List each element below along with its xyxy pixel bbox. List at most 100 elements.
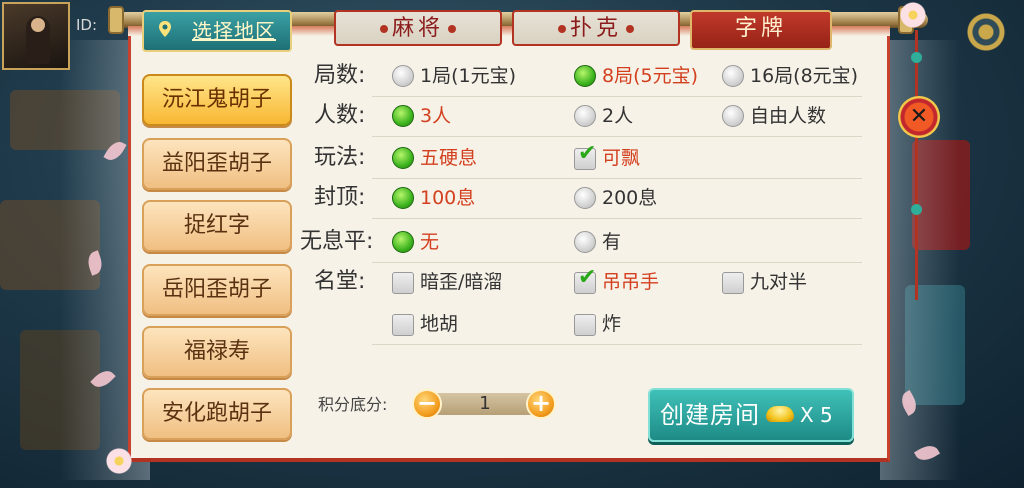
menu-item-label: 安化跑胡子 [161, 401, 272, 426]
plus-icon: + [530, 389, 552, 417]
option-label: 无 [420, 231, 440, 253]
row-label: 无息平: [300, 229, 374, 254]
option-label: 炸 [602, 313, 622, 335]
location-pin-icon [159, 21, 171, 37]
row-divider [372, 96, 862, 97]
option-row-play: 玩法: 五硬息 ✔ 可飘 [300, 140, 862, 178]
tab-dot-icon [448, 25, 456, 33]
gold-ingot-icon [766, 406, 794, 422]
row-divider [372, 262, 862, 263]
row-label: 名堂: [314, 269, 366, 294]
checkbox-icon [392, 272, 414, 294]
tab-label: 麻将 [391, 16, 444, 41]
score-stepper: 1 [430, 393, 540, 415]
flower-icon [898, 0, 928, 30]
option-label: 自由人数 [750, 105, 827, 127]
radio-icon [392, 231, 414, 253]
row-divider [372, 344, 862, 345]
player-id: ID: [76, 16, 98, 34]
gear-icon[interactable] [964, 10, 1008, 54]
tassel-bead [911, 52, 922, 63]
menu-item-label: 益阳歪胡子 [161, 151, 272, 176]
option-label: 地胡 [420, 313, 459, 335]
option-row-cap: 封顶: 100息 200息 [300, 180, 862, 218]
radio-icon [574, 105, 596, 127]
scroll-rod-cap [108, 6, 124, 34]
radio-icon [392, 65, 414, 87]
checkbox-icon [574, 314, 596, 336]
option-row-players: 人数: 3人 2人 自由人数 [300, 98, 862, 136]
menu-item-anhua[interactable]: 安化跑胡子 [142, 388, 292, 440]
game-variant-menu[interactable]: 沅江鬼胡子 益阳歪胡子 捉红字 岳阳歪胡子 福禄寿 安化跑胡子 [140, 68, 296, 462]
row-divider [372, 218, 862, 219]
option-label: 五硬息 [420, 147, 478, 169]
tab-select-region[interactable]: 选择地区 [142, 10, 292, 52]
close-icon: ✕ [909, 104, 929, 129]
row-divider [372, 178, 862, 179]
tassel-rope [915, 30, 918, 300]
plus-button[interactable]: + [526, 389, 556, 419]
menu-item-yuanjiang[interactable]: 沅江鬼胡子 [142, 74, 292, 126]
option-label: 吊吊手 [602, 271, 660, 293]
option-row-no-xi: 无息平: 无 有 [300, 224, 862, 262]
menu-item-fulushou[interactable]: 福禄寿 [142, 326, 292, 378]
radio-icon [392, 105, 414, 127]
tab-dot-icon [379, 25, 388, 33]
row-divider [372, 136, 862, 137]
checkbox-icon [722, 272, 744, 294]
radio-icon [722, 65, 744, 87]
checkbox-icon: ✔ [574, 267, 596, 294]
row-label: 玩法: [314, 145, 366, 170]
option-row-rounds: 局数: 1局(1元宝) 8局(5元宝) 16局(8元宝) [300, 58, 862, 96]
minus-icon: − [416, 389, 438, 417]
create-room-button[interactable]: 创建房间 X 5 [648, 388, 854, 442]
check-mark-icon: ✔ [578, 265, 597, 290]
check-mark-icon: ✔ [578, 141, 597, 166]
row-label: 局数: [314, 63, 366, 88]
avatar-face [31, 18, 45, 32]
option-label: 3人 [420, 105, 452, 127]
option-label: 有 [602, 231, 622, 253]
radio-icon [574, 65, 596, 87]
checkbox-icon [392, 314, 414, 336]
create-room-label: 创建房间 [660, 401, 760, 429]
option-label: 16局(8元宝) [750, 65, 859, 87]
radio-icon [392, 187, 414, 209]
tab-dot-icon [626, 25, 634, 33]
tab-label: 选择地区 [192, 19, 276, 43]
tab-poker[interactable]: 扑克 [512, 10, 680, 46]
close-button[interactable]: ✕ [898, 96, 940, 138]
tab-label: 字牌 [734, 16, 787, 41]
row-label: 人数: [314, 103, 366, 128]
avatar[interactable] [2, 2, 70, 70]
radio-icon [574, 231, 596, 253]
tab-dot-icon [557, 25, 566, 33]
flower-icon [104, 446, 134, 476]
menu-item-zhuohongzi[interactable]: 捉红字 [142, 200, 292, 252]
option-label: 200息 [602, 187, 658, 209]
radio-icon [722, 105, 744, 127]
tab-mahjong[interactable]: 麻将 [334, 10, 502, 46]
minus-button[interactable]: − [412, 389, 442, 419]
option-label: 100息 [420, 187, 476, 209]
option-row-hall: 名堂: 暗歪/暗溜 ✔ 吊吊手 九对半 地胡 炸 [300, 264, 862, 344]
option-label: 2人 [602, 105, 634, 127]
tassel-bead [911, 204, 922, 215]
score-label: 积分底分: [318, 395, 388, 414]
menu-item-yiyang[interactable]: 益阳歪胡子 [142, 138, 292, 190]
option-label: 8局(5元宝) [602, 65, 699, 87]
menu-item-label: 捉红字 [183, 213, 250, 238]
tab-zipai[interactable]: 字牌 [690, 10, 832, 50]
create-room-cost: X 5 [800, 403, 833, 427]
row-label: 封顶: [314, 185, 366, 210]
option-label: 1局(1元宝) [420, 65, 517, 87]
option-label: 可飘 [602, 147, 641, 169]
menu-item-yueyang[interactable]: 岳阳歪胡子 [142, 264, 292, 316]
option-label: 九对半 [750, 271, 808, 293]
radio-icon [574, 187, 596, 209]
option-label: 暗歪/暗溜 [420, 271, 503, 293]
menu-item-label: 沅江鬼胡子 [161, 87, 272, 112]
menu-item-label: 岳阳歪胡子 [161, 277, 272, 302]
score-value: 1 [479, 393, 491, 414]
radio-icon [392, 147, 414, 169]
